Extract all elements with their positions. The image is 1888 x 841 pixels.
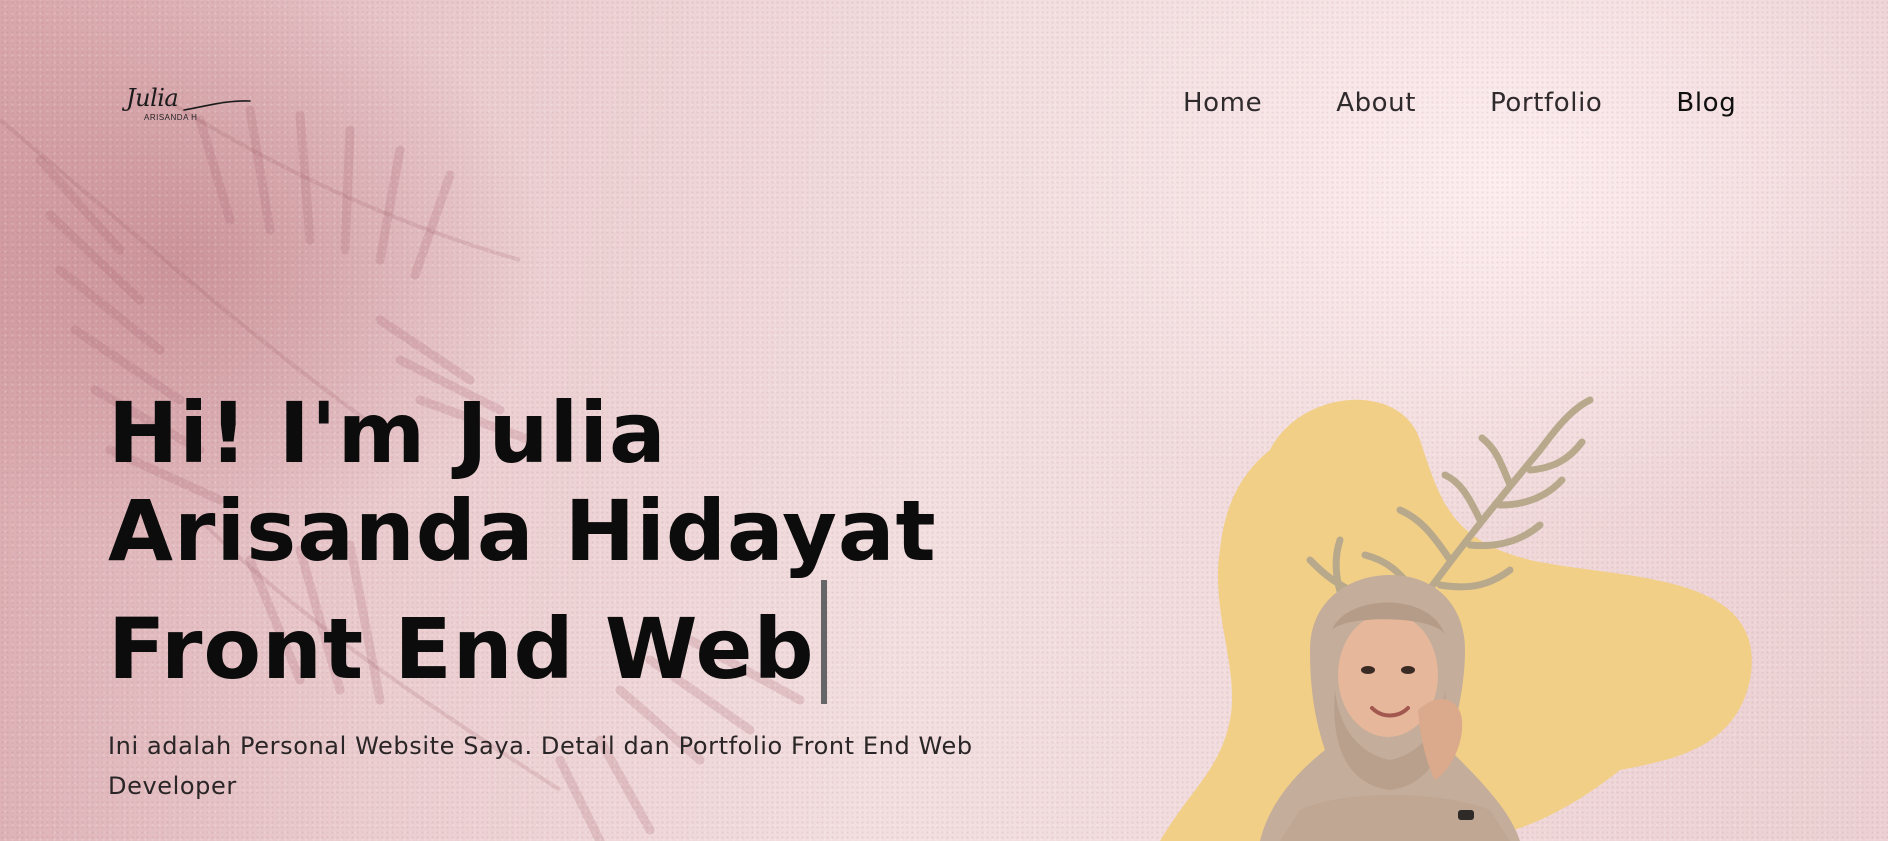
hero-title-line-2: Arisanda Hidayat (108, 482, 937, 580)
typing-cursor (820, 580, 827, 704)
hero-section: Hi! I'm Julia Arisanda Hidayat Front End… (108, 384, 1008, 806)
main-nav: Home About Portfolio Blog (1183, 86, 1736, 120)
hero-description: Ini adalah Personal Website Saya. Detail… (108, 732, 973, 800)
hero-title-line-1: Hi! I'm Julia (108, 384, 667, 482)
hero-title-line-3: Front End Web (108, 580, 1008, 704)
hero-title: Hi! I'm Julia Arisanda Hidayat Front End… (108, 384, 1008, 704)
logo-script: Julia (126, 84, 179, 112)
nav-home[interactable]: Home (1183, 86, 1262, 120)
nav-about[interactable]: About (1336, 86, 1416, 120)
logo-subtitle: ARISANDA H (144, 113, 198, 122)
logo[interactable]: Julia ARISANDA H (122, 84, 254, 126)
typed-text: Front End Web (108, 600, 815, 698)
nav-blog[interactable]: Blog (1676, 86, 1736, 120)
page: Julia ARISANDA H Home About Portfolio Bl… (0, 0, 1888, 841)
portrait-illustration (1160, 396, 1752, 841)
nav-portfolio[interactable]: Portfolio (1490, 86, 1602, 120)
